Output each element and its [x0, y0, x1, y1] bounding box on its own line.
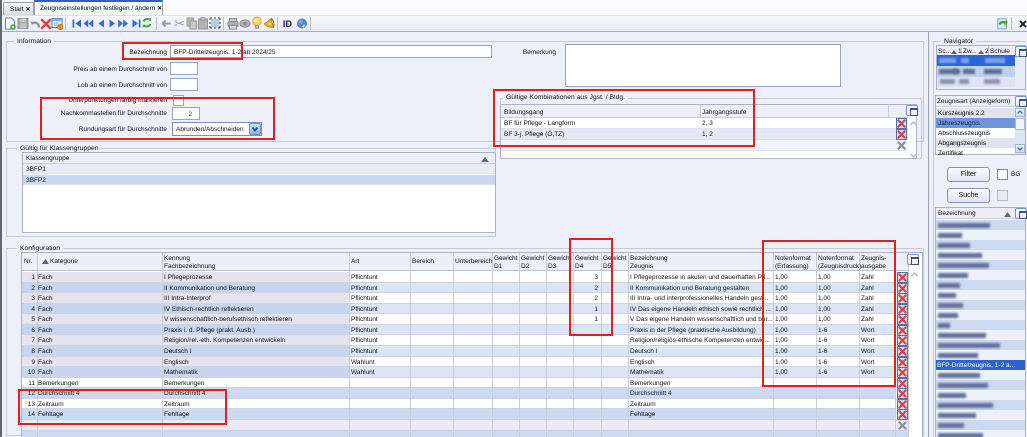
svg-text:✂: ✂ [174, 17, 185, 30]
